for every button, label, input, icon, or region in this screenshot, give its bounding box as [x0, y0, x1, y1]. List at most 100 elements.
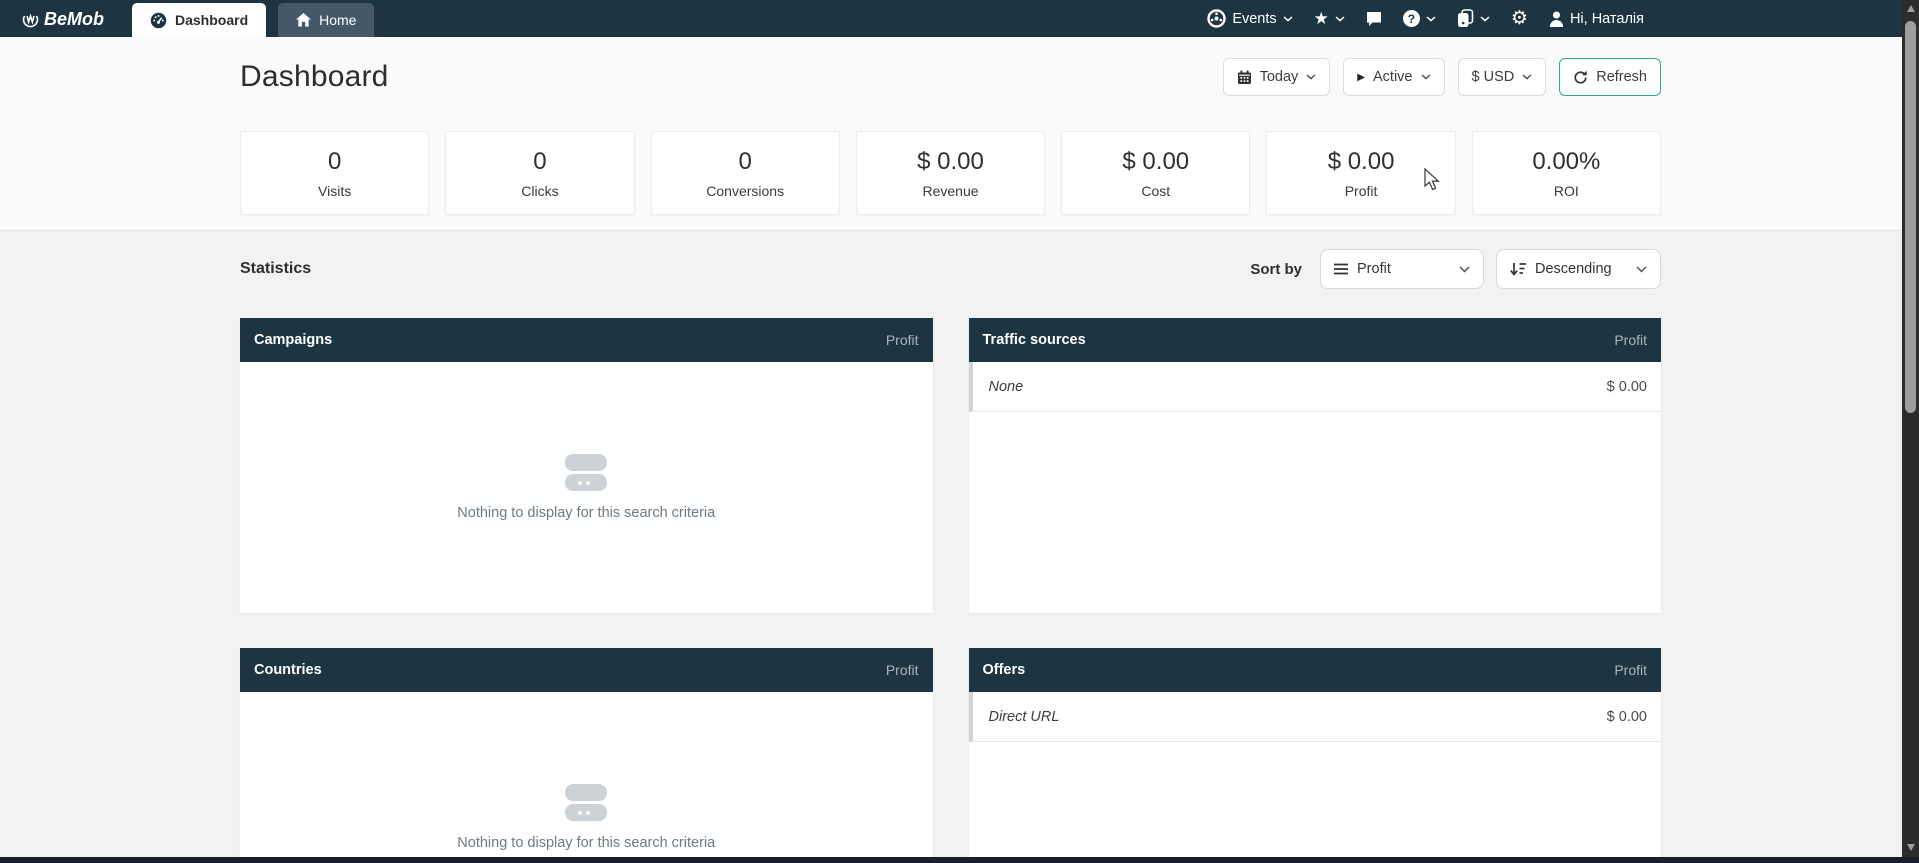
statistics-title: Statistics: [240, 260, 311, 278]
panel-header: Offers Profit: [969, 648, 1662, 692]
chevron-down-icon: [1283, 16, 1293, 22]
events-menu[interactable]: Events: [1207, 9, 1292, 28]
panel-header: Campaigns Profit: [240, 318, 933, 362]
statistics-section: Statistics Sort by Profit: [0, 232, 1902, 863]
panel-header: Countries Profit: [240, 648, 933, 692]
tab-home[interactable]: Home: [278, 3, 374, 37]
page-title: Dashboard: [240, 60, 389, 94]
panel-offers: Offers Profit Direct URL $ 0.00: [969, 648, 1662, 863]
sort-field-dropdown[interactable]: Profit: [1320, 249, 1484, 289]
dashboard-gauge-icon: [150, 12, 167, 29]
panel-metric-label: Profit: [886, 332, 919, 348]
stat-value: 0: [328, 148, 341, 176]
date-range-button[interactable]: Today: [1223, 58, 1331, 96]
empty-state: Nothing to display for this search crite…: [240, 362, 933, 613]
tab-dashboard[interactable]: Dashboard: [132, 3, 266, 37]
empty-state: Nothing to display for this search crite…: [240, 692, 933, 863]
panel-title: Countries: [254, 662, 322, 678]
chevron-down-icon: [1480, 16, 1490, 22]
scrollbar-thumb[interactable]: [1905, 21, 1916, 413]
topbar-right: Events ★ ?: [1207, 0, 1644, 37]
stat-label: ROI: [1554, 183, 1579, 199]
sort-direction-dropdown[interactable]: Descending: [1496, 249, 1661, 289]
bemob-logo[interactable]: BeMob: [22, 9, 104, 30]
currency-button[interactable]: $ USD: [1458, 58, 1547, 96]
events-label: Events: [1232, 11, 1276, 27]
panel-campaigns: Campaigns Profit Nothing to display for …: [240, 318, 933, 613]
vertical-scrollbar[interactable]: [1902, 0, 1919, 863]
apps-menu[interactable]: [1457, 9, 1490, 28]
stat-label: Clicks: [521, 183, 558, 199]
chevron-down-icon: [1636, 266, 1647, 273]
panel-grid: Campaigns Profit Nothing to display for …: [240, 318, 1661, 863]
user-icon: [1549, 11, 1564, 27]
user-greeting: Hi, Наталія: [1570, 11, 1644, 27]
favorites-menu[interactable]: ★: [1314, 10, 1345, 27]
table-row: Direct URL $ 0.00: [969, 692, 1662, 742]
empty-database-icon: [565, 784, 607, 821]
date-range-label: Today: [1260, 69, 1299, 85]
row-name: None: [989, 379, 1024, 395]
refresh-button[interactable]: Refresh: [1559, 58, 1661, 96]
refresh-label: Refresh: [1596, 69, 1647, 85]
stat-label: Revenue: [922, 183, 978, 199]
page-header: Dashboard Today: [0, 37, 1902, 231]
stat-label: Cost: [1141, 183, 1170, 199]
stat-value: 0.00%: [1532, 148, 1600, 176]
currency-label: $ USD: [1472, 69, 1515, 85]
calendar-icon: [1237, 70, 1252, 85]
chevron-down-icon: [1522, 74, 1532, 80]
row-value: $ 0.00: [1607, 709, 1647, 725]
topbar: BeMob Dashboard Home: [0, 0, 1902, 37]
star-icon: ★: [1314, 10, 1329, 27]
table-row: None $ 0.00: [969, 362, 1662, 412]
panel-title: Offers: [983, 662, 1026, 678]
home-icon: [296, 13, 311, 27]
help-menu[interactable]: ?: [1403, 10, 1436, 27]
chevron-down-icon: [1426, 16, 1436, 22]
chevron-down-icon: [1306, 74, 1316, 80]
stats-cards-row: 0 Visits 0 Clicks 0 Conversions $ 0.00 R…: [240, 131, 1661, 215]
sort-descending-icon: [1510, 262, 1526, 276]
panel-metric-label: Profit: [1614, 332, 1647, 348]
panel-countries: Countries Profit Nothing to display for …: [240, 648, 933, 863]
refresh-icon: [1573, 70, 1588, 85]
empty-state-text: Nothing to display for this search crite…: [457, 505, 715, 521]
chat-bubble-icon: [1366, 11, 1382, 27]
sort-direction-value: Descending: [1535, 261, 1612, 277]
help-icon: ?: [1403, 10, 1420, 27]
stat-card-revenue: $ 0.00 Revenue: [856, 131, 1045, 215]
stat-label: Profit: [1345, 183, 1378, 199]
feedback-button[interactable]: [1366, 11, 1382, 27]
stat-card-clicks: 0 Clicks: [445, 131, 634, 215]
stat-card-conversions: 0 Conversions: [651, 131, 840, 215]
window-bottom-edge: [0, 857, 1919, 863]
scroll-down-arrow-icon[interactable]: [1907, 844, 1915, 851]
empty-database-icon: [565, 454, 607, 491]
row-value: $ 0.00: [1607, 379, 1647, 395]
panel-header: Traffic sources Profit: [969, 318, 1662, 362]
sort-controls: Sort by Profit: [1250, 249, 1661, 289]
settings-button[interactable]: ⚙: [1511, 9, 1528, 28]
user-menu[interactable]: Hi, Наталія: [1549, 11, 1644, 27]
sort-by-label: Sort by: [1250, 261, 1302, 278]
tab-home-label: Home: [319, 12, 356, 28]
menu-lines-icon: [1334, 263, 1348, 275]
scroll-up-arrow-icon[interactable]: [1907, 5, 1915, 12]
panel-metric-label: Profit: [886, 662, 919, 678]
stat-label: Visits: [318, 183, 351, 199]
panel-metric-label: Profit: [1614, 662, 1647, 678]
stat-card-cost: $ 0.00 Cost: [1061, 131, 1250, 215]
status-filter-button[interactable]: ▶ Active: [1343, 58, 1444, 96]
chevron-down-icon: [1459, 266, 1470, 273]
stat-value: $ 0.00: [917, 148, 984, 176]
stacked-cards-icon: [1457, 9, 1474, 28]
stat-card-roi: 0.00% ROI: [1472, 131, 1661, 215]
row-name: Direct URL: [989, 709, 1060, 725]
bemob-logo-text: BeMob: [44, 9, 104, 30]
stat-label: Conversions: [706, 183, 784, 199]
stat-value: 0: [533, 148, 546, 176]
stat-value: 0: [739, 148, 752, 176]
sort-field-value: Profit: [1357, 261, 1391, 277]
empty-state-text: Nothing to display for this search crite…: [457, 835, 715, 851]
